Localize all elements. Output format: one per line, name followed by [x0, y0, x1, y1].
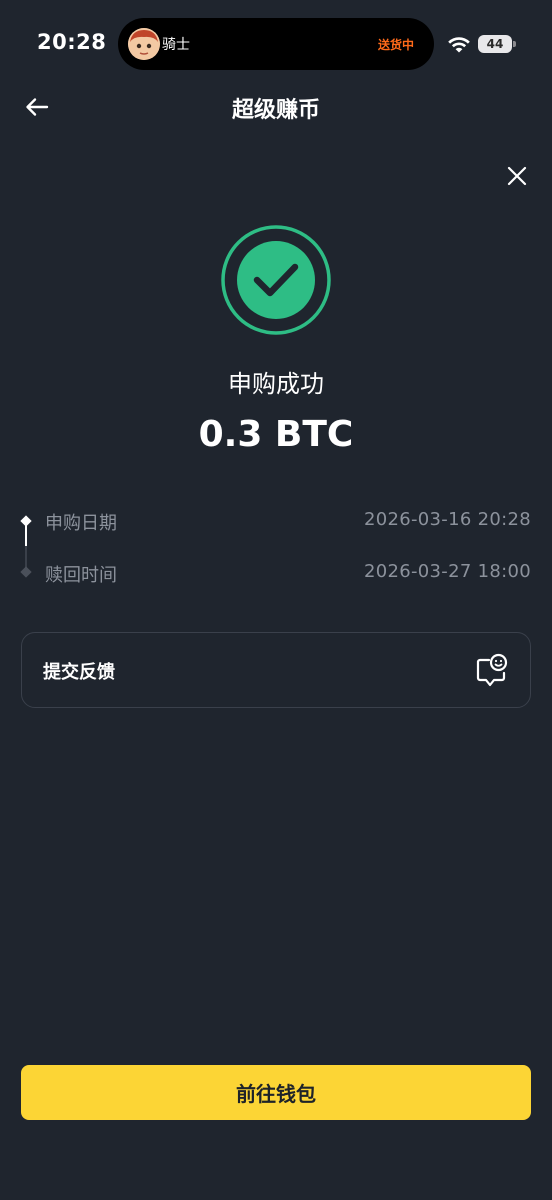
- result-title: 申购成功: [228, 370, 324, 398]
- subscription-date-label: 申购日期: [45, 513, 117, 534]
- close-icon[interactable]: [505, 164, 529, 188]
- battery-indicator: 44: [478, 35, 516, 53]
- dynamic-island[interactable]: 骑士 送货中: [118, 18, 434, 70]
- island-user-name: 骑士: [162, 37, 190, 53]
- check-circle-icon: [221, 225, 331, 335]
- subscription-success-screen: 20:28 骑士 送货中 44 超级赚币 申购成功 0.3 BTC 申购日期 2…: [0, 0, 552, 1200]
- timeline-dot-inactive: [20, 566, 32, 578]
- status-time: 20:28: [37, 30, 107, 54]
- timeline-connector-active: [25, 524, 27, 546]
- page-title: 超级赚币: [231, 98, 320, 123]
- feedback-chat-icon: [476, 653, 508, 687]
- timeline-dot-active: [20, 515, 32, 527]
- wifi-icon: [448, 37, 470, 53]
- redemption-time-label: 赎回时间: [45, 565, 117, 586]
- avatar: [128, 28, 160, 60]
- result-amount: 0.3 BTC: [198, 414, 354, 455]
- feedback-card[interactable]: 提交反馈: [21, 632, 531, 708]
- timeline-connector-inactive: [25, 546, 27, 568]
- island-delivery-status: 送货中: [377, 38, 414, 52]
- redemption-time-value: 2026-03-27 18:00: [363, 561, 531, 582]
- subscription-date-value: 2026-03-16 20:28: [363, 509, 531, 530]
- go-to-wallet-button[interactable]: 前往钱包: [21, 1065, 531, 1120]
- feedback-label: 提交反馈: [43, 662, 115, 683]
